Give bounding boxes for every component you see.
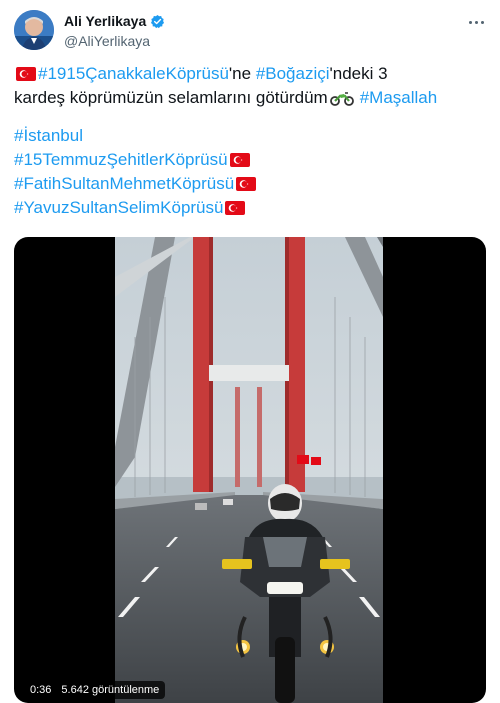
hashtag-15-temmuz[interactable]: #15TemmuzŞehitlerKöprüsü [14,148,228,172]
video-frame [115,237,383,703]
tweet-line-yavuz: #YavuzSultanSelimKöprüsü [14,196,490,220]
more-options-icon[interactable] [464,12,488,32]
turkish-flag-emoji [236,177,257,191]
tweet-text: #1915ÇanakkaleKöprüsü 'ne #Boğaziçi 'nde… [14,62,490,220]
user-info: Ali Yerlikaya @AliYerlikaya [64,12,165,49]
verified-badge-icon [151,14,165,28]
hashtag-masallah[interactable]: #Maşallah [360,86,438,110]
tweet-line-2: kardeş köprümüzün selamlarını götürdüm #… [14,86,490,110]
tweet-text-kardes: kardeş köprümüzün selamlarını götürdüm [14,88,328,107]
display-name[interactable]: Ali Yerlikaya [64,13,146,29]
turkish-flag-emoji [229,153,250,167]
tweet-text-ne: 'ne [228,64,256,83]
video-player[interactable]: 0:36 5.642 görüntülenme [14,237,486,703]
video-info-overlay: 0:36 5.642 görüntülenme [24,681,166,699]
hashtag-fatih-sultan-mehmet[interactable]: #FatihSultanMehmetKöprüsü [14,172,234,196]
tweet: Ali Yerlikaya @AliYerlikaya #1915Çanakka… [0,0,500,703]
hashtag-1915-canakkale[interactable]: #1915ÇanakkaleKöprüsü [38,62,229,86]
bridge-motorcycle-image [115,237,383,703]
tweet-line-fatih: #FatihSultanMehmetKöprüsü [14,172,490,196]
avatar[interactable] [14,10,54,50]
tweet-text-ndeki: 'ndeki 3 [329,64,388,83]
turkish-flag-emoji [225,201,246,215]
turkish-flag-emoji [16,67,36,81]
hashtag-istanbul[interactable]: #İstanbul [14,124,83,148]
tweet-line-istanbul: #İstanbul [14,124,490,148]
avatar-photo [14,10,54,50]
video-duration: 0:36 [30,684,52,696]
tweet-line-15temmuz: #15TemmuzŞehitlerKöprüsü [14,148,490,172]
tweet-line-1: #1915ÇanakkaleKöprüsü 'ne #Boğaziçi 'nde… [14,62,490,86]
hashtag-yavuz-sultan-selim[interactable]: #YavuzSultanSelimKöprüsü [14,196,223,220]
hashtag-bogazici[interactable]: #Boğaziçi [256,62,330,86]
handle[interactable]: @AliYerlikaya [64,33,165,49]
video-views: 5.642 görüntülenme [61,684,160,696]
motorcycle-emoji [329,92,354,106]
